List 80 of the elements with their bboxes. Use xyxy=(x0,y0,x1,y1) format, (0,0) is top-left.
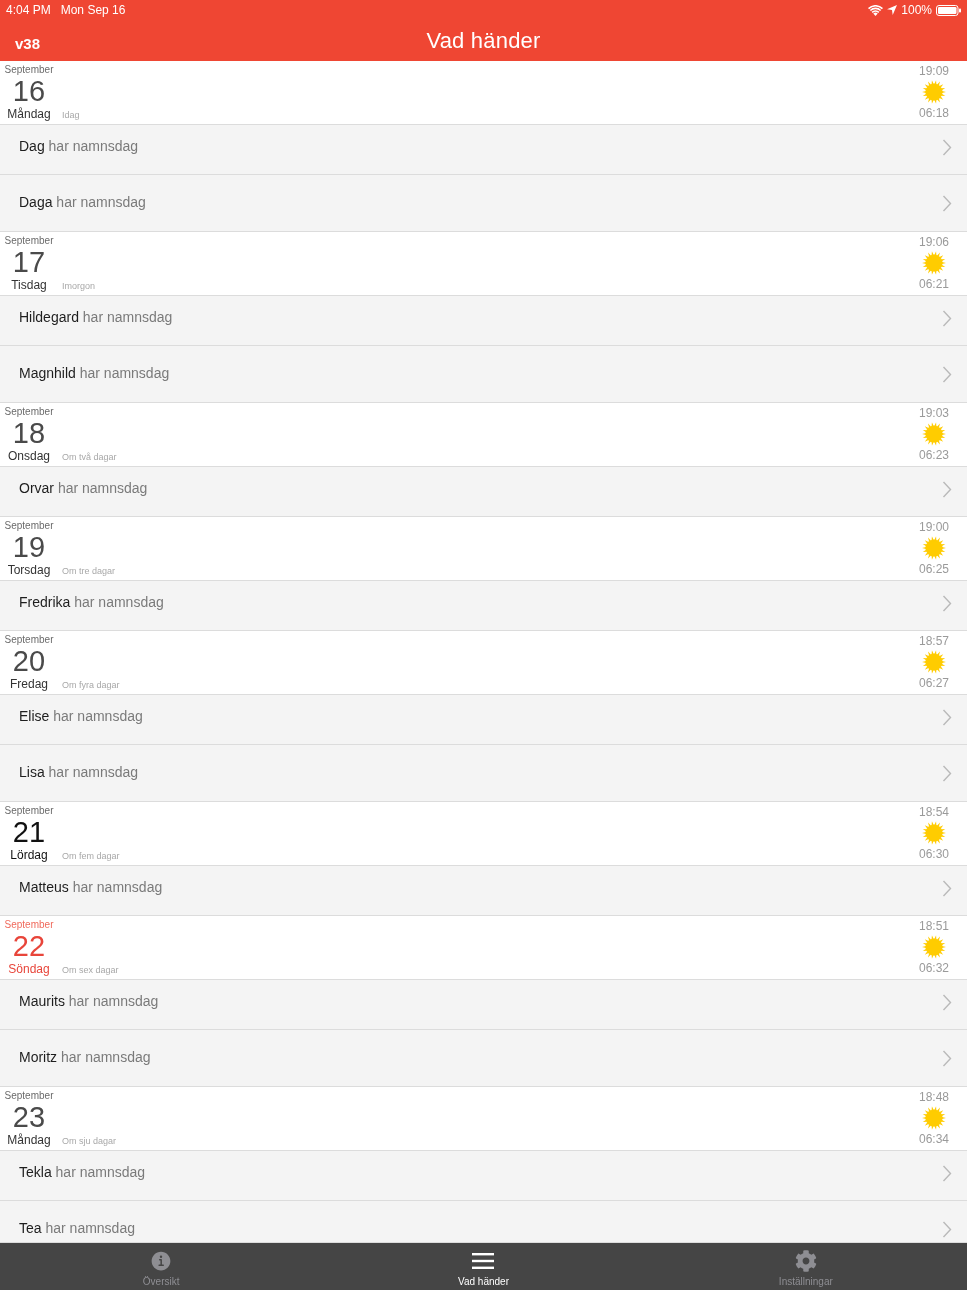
sun-icon xyxy=(922,422,946,446)
chevron-icon xyxy=(942,1050,952,1067)
sunrise-time: 06:23 xyxy=(919,448,949,462)
relative-day-label: Om sju dagar xyxy=(62,1135,117,1147)
relative-day-label: Om två dagar xyxy=(62,451,117,463)
month-label: September xyxy=(4,805,54,817)
tab-bar-item[interactable]: Vad händer xyxy=(454,1243,513,1290)
sunrise-time: 06:18 xyxy=(919,106,949,120)
chevron-icon xyxy=(942,709,952,726)
sunrise-time: 06:32 xyxy=(919,961,949,975)
day-number: 19 xyxy=(12,532,46,563)
day-number: 18 xyxy=(12,418,46,449)
sun-icon xyxy=(922,821,946,845)
month-label: September xyxy=(4,634,54,646)
sun-icon xyxy=(922,80,946,104)
weekday-label: Lördag xyxy=(10,848,48,862)
weekday-label: Torsdag xyxy=(7,563,51,577)
settings-icon xyxy=(794,1250,817,1272)
weekday-label: Onsdag xyxy=(8,449,50,463)
sunrise-time: 06:25 xyxy=(919,562,949,576)
sun-icon xyxy=(922,650,946,674)
sunset-time: 18:51 xyxy=(919,919,949,933)
day-number: 20 xyxy=(12,646,46,677)
month-label: September xyxy=(4,406,54,418)
day-number: 23 xyxy=(12,1102,46,1133)
chevron-icon xyxy=(942,481,952,498)
sunrise-time: 06:30 xyxy=(919,847,949,861)
sunrise-time: 06:34 xyxy=(919,1132,949,1146)
relative-day-label: Om fem dagar xyxy=(62,850,120,862)
chevron-icon xyxy=(942,366,952,383)
relative-day-label: Om fyra dagar xyxy=(62,679,120,691)
chevron-icon xyxy=(942,880,952,897)
sun-icon xyxy=(922,251,946,275)
wifi-icon xyxy=(868,4,884,16)
sunrise-time: 06:27 xyxy=(919,676,949,690)
chevron-icon xyxy=(942,195,952,212)
menu-icon xyxy=(472,1253,495,1269)
chevron-icon xyxy=(942,1221,952,1238)
day-number: 16 xyxy=(12,76,46,107)
sunset-time: 18:48 xyxy=(919,1090,949,1104)
sun-icon xyxy=(922,1106,946,1130)
day-number: 17 xyxy=(12,247,46,278)
sunset-time: 19:03 xyxy=(919,406,949,420)
month-label: September xyxy=(4,64,54,76)
battery-percent: 100% xyxy=(901,3,932,17)
weekday-label: Måndag xyxy=(7,1133,51,1147)
month-label: September xyxy=(4,520,54,532)
chevron-icon xyxy=(942,139,952,156)
status-date: Mon Sep 16 xyxy=(60,3,126,17)
chevron-icon xyxy=(942,765,952,782)
weekday-label: Tisdag xyxy=(11,278,47,292)
day-number: 22 xyxy=(12,931,46,962)
chevron-icon xyxy=(942,994,952,1011)
relative-day-label: Om tre dagar xyxy=(62,565,116,577)
version-label: v38 xyxy=(15,34,41,52)
chevron-icon xyxy=(942,1165,952,1182)
sunset-time: 18:54 xyxy=(919,805,949,819)
battery-icon xyxy=(936,4,961,16)
page-title: Vad händer xyxy=(426,27,541,54)
sunset-time: 19:00 xyxy=(919,520,949,534)
chevron-icon xyxy=(942,595,952,612)
sunset-time: 19:06 xyxy=(919,235,949,249)
sun-icon xyxy=(922,935,946,959)
weekday-label: Måndag xyxy=(7,107,51,121)
weekday-label: Söndag xyxy=(8,962,50,976)
sunset-time: 18:57 xyxy=(919,634,949,648)
month-label: September xyxy=(4,235,54,247)
status-time: 4:04 PM xyxy=(6,3,51,17)
sunrise-time: 06:21 xyxy=(919,277,949,291)
relative-day-label: Idag xyxy=(62,109,80,121)
day-number: 21 xyxy=(12,817,46,848)
location-arrow-icon xyxy=(887,5,898,15)
sunset-time: 19:09 xyxy=(919,64,949,78)
chevron-icon xyxy=(942,310,952,327)
sun-icon xyxy=(922,536,946,560)
relative-day-label: Om sex dagar xyxy=(62,964,119,976)
weekday-label: Fredag xyxy=(10,677,48,691)
relative-day-label: Imorgon xyxy=(62,280,96,292)
month-label: September xyxy=(4,919,54,931)
month-label: September xyxy=(4,1090,54,1102)
